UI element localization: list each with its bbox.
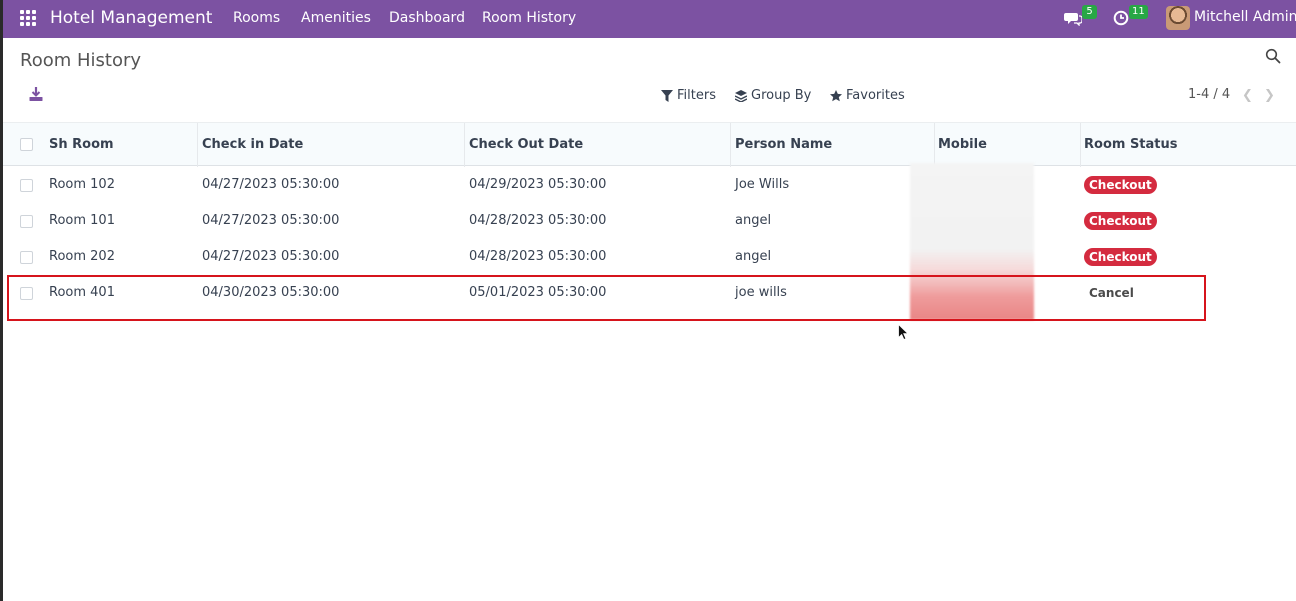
- menu-dashboard[interactable]: Dashboard: [389, 10, 465, 26]
- window-edge: [0, 0, 3, 601]
- pager-next-button[interactable]: ❯: [1264, 88, 1275, 103]
- status-badge: Checkout: [1084, 212, 1157, 230]
- filters-button[interactable]: Filters: [661, 88, 716, 103]
- download-icon[interactable]: [28, 86, 44, 102]
- pager-previous-button[interactable]: ❮: [1242, 88, 1253, 103]
- app-brand[interactable]: Hotel Management: [50, 8, 212, 28]
- table-row[interactable]: Room 101 04/27/2023 05:30:00 04/28/2023 …: [0, 203, 1296, 239]
- table-row[interactable]: Room 202 04/27/2023 05:30:00 04/28/2023 …: [0, 239, 1296, 275]
- cell-check-in: 04/27/2023 05:30:00: [202, 177, 340, 192]
- status-badge: Cancel: [1089, 286, 1134, 300]
- column-separator: [730, 123, 731, 167]
- star-icon: [830, 89, 842, 101]
- status-badge: Checkout: [1084, 248, 1157, 266]
- cell-person: angel: [735, 249, 772, 264]
- cell-room: Room 101: [49, 213, 115, 228]
- cell-check-out: 04/28/2023 05:30:00: [469, 249, 607, 264]
- table-row[interactable]: Room 102 04/27/2023 05:30:00 04/29/2023 …: [0, 167, 1296, 203]
- user-avatar[interactable]: [1166, 6, 1190, 30]
- menu-room-history[interactable]: Room History: [482, 10, 576, 26]
- pager-value[interactable]: 1-4 / 4: [1188, 87, 1230, 102]
- group-by-button[interactable]: Group By: [735, 88, 811, 103]
- layers-icon: [735, 89, 747, 102]
- column-separator: [464, 123, 465, 167]
- favorites-label: Favorites: [846, 88, 905, 103]
- cell-check-out: 05/01/2023 05:30:00: [469, 285, 607, 300]
- header-room-status[interactable]: Room Status: [1084, 137, 1178, 152]
- row-checkbox[interactable]: [20, 287, 33, 300]
- messages-count-badge: 5: [1082, 5, 1097, 19]
- cell-person: angel: [735, 213, 772, 228]
- header-sh-room[interactable]: Sh Room: [49, 137, 114, 152]
- table-row[interactable]: Room 401 04/30/2023 05:30:00 05/01/2023 …: [0, 275, 1296, 311]
- column-separator: [197, 123, 198, 167]
- search-icon[interactable]: [1265, 48, 1281, 64]
- filter-icon: [661, 89, 673, 102]
- cell-check-in: 04/27/2023 05:30:00: [202, 249, 340, 264]
- chat-icon[interactable]: [1064, 10, 1083, 27]
- mouse-cursor-icon: [898, 324, 909, 340]
- select-all-checkbox[interactable]: [20, 138, 33, 151]
- column-separator: [934, 123, 935, 167]
- header-check-out-date[interactable]: Check Out Date: [469, 137, 583, 152]
- cell-room: Room 102: [49, 177, 115, 192]
- group-by-label: Group By: [751, 88, 812, 103]
- redacted-mobile-area: [910, 163, 1034, 320]
- menu-rooms[interactable]: Rooms: [233, 10, 280, 26]
- row-checkbox[interactable]: [20, 179, 33, 192]
- cell-person: Joe Wills: [735, 177, 790, 192]
- favorites-button[interactable]: Favorites: [830, 88, 905, 103]
- header-check-in-date[interactable]: Check in Date: [202, 137, 303, 152]
- user-name[interactable]: Mitchell Admin: [1194, 9, 1296, 25]
- cell-check-out: 04/29/2023 05:30:00: [469, 177, 607, 192]
- status-badge: Checkout: [1084, 176, 1157, 194]
- column-separator: [1080, 123, 1081, 167]
- row-checkbox[interactable]: [20, 251, 33, 264]
- menu-amenities[interactable]: Amenities: [301, 10, 371, 26]
- cell-check-in: 04/27/2023 05:30:00: [202, 213, 340, 228]
- activities-count-badge: 11: [1129, 5, 1148, 19]
- header-mobile[interactable]: Mobile: [938, 137, 987, 152]
- header-person-name[interactable]: Person Name: [735, 137, 832, 152]
- cell-check-in: 04/30/2023 05:30:00: [202, 285, 340, 300]
- page-title: Room History: [20, 50, 142, 71]
- apps-icon[interactable]: [20, 10, 36, 26]
- cell-check-out: 04/28/2023 05:30:00: [469, 213, 607, 228]
- cell-room: Room 202: [49, 249, 115, 264]
- filters-label: Filters: [677, 88, 716, 103]
- row-checkbox[interactable]: [20, 215, 33, 228]
- cell-room: Room 401: [49, 285, 115, 300]
- top-navbar: Hotel Management Rooms Amenities Dashboa…: [0, 0, 1296, 38]
- cell-person: joe wills: [735, 285, 787, 300]
- table-header: Sh Room Check in Date Check Out Date Per…: [0, 122, 1296, 167]
